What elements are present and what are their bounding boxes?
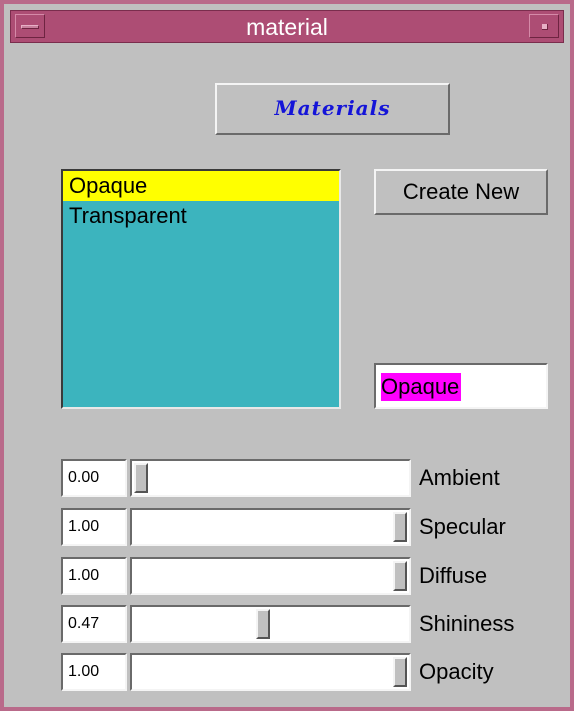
- window-title: material: [246, 14, 328, 40]
- materials-button[interactable]: Materials: [215, 83, 450, 135]
- create-new-button[interactable]: Create New: [374, 169, 548, 215]
- shininess-slider-thumb[interactable]: [255, 609, 270, 639]
- material-window: material Materials Opaque Transparent Cr…: [0, 0, 574, 711]
- specular-slider-thumb[interactable]: [393, 512, 407, 542]
- opacity-row: 1.00 Opacity: [61, 653, 551, 691]
- minimize-dot-glyph: [542, 24, 548, 30]
- material-name-value: Opaque: [381, 373, 462, 401]
- diffuse-label: Diffuse: [419, 563, 488, 588]
- ambient-label: Ambient: [419, 465, 500, 490]
- ambient-slider-thumb[interactable]: [134, 463, 148, 493]
- minimize-icon[interactable]: [529, 14, 559, 38]
- shininess-label: Shininess: [419, 611, 515, 636]
- material-list[interactable]: Opaque Transparent: [61, 169, 341, 409]
- specular-slider[interactable]: [130, 508, 411, 546]
- diffuse-row: 1.00 Diffuse: [61, 557, 551, 595]
- ambient-value-field[interactable]: 0.00: [61, 459, 127, 497]
- diffuse-value-field[interactable]: 1.00: [61, 557, 127, 595]
- specular-label: Specular: [419, 514, 506, 539]
- list-item-opaque[interactable]: Opaque: [63, 171, 339, 201]
- ambient-slider[interactable]: [130, 459, 411, 497]
- window-menu-icon[interactable]: [15, 14, 45, 38]
- shininess-slider[interactable]: [130, 605, 411, 643]
- opacity-value-field[interactable]: 1.00: [61, 653, 127, 691]
- specular-value-field[interactable]: 1.00: [61, 508, 127, 546]
- material-name-field[interactable]: Opaque: [374, 363, 548, 409]
- menu-bar-glyph: [21, 25, 39, 29]
- shininess-row: 0.47 Shininess: [61, 605, 551, 643]
- specular-row: 1.00 Specular: [61, 508, 551, 546]
- opacity-slider-thumb[interactable]: [393, 657, 407, 687]
- shininess-value-field[interactable]: 0.47: [61, 605, 127, 643]
- diffuse-slider-thumb[interactable]: [393, 561, 407, 591]
- title-bar[interactable]: material: [10, 10, 564, 43]
- ambient-row: 0.00 Ambient: [61, 459, 551, 497]
- opacity-slider[interactable]: [130, 653, 411, 691]
- opacity-label: Opacity: [419, 659, 494, 684]
- list-item-transparent[interactable]: Transparent: [63, 201, 339, 231]
- diffuse-slider[interactable]: [130, 557, 411, 595]
